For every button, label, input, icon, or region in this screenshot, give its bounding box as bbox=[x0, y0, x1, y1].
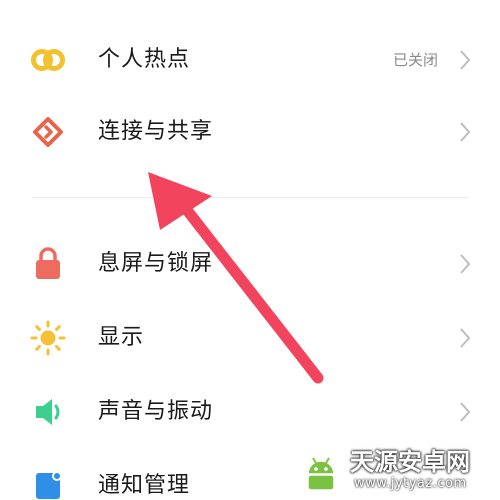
sun-icon bbox=[28, 320, 68, 356]
settings-item-label: 连接与共享 bbox=[98, 119, 214, 144]
settings-item-display[interactable]: 显示 bbox=[0, 308, 500, 368]
settings-item-label: 显示 bbox=[98, 325, 145, 350]
notification-icon bbox=[28, 468, 68, 500]
settings-item-label: 个人热点 bbox=[98, 47, 191, 72]
settings-item-lock-screen[interactable]: 息屏与锁屏 bbox=[0, 234, 500, 294]
chevron-right-icon bbox=[458, 120, 472, 144]
chevron-right-icon bbox=[458, 400, 472, 424]
settings-item-label: 息屏与锁屏 bbox=[98, 251, 214, 276]
watermark: 天源安卓网 www.jytyaz.com bbox=[298, 446, 494, 496]
settings-item-label: 通知管理 bbox=[98, 473, 191, 498]
android-logo-icon bbox=[307, 457, 335, 491]
status-text: 已关闭 bbox=[392, 51, 438, 69]
chevron-right-icon bbox=[458, 326, 472, 350]
chevron-right-icon bbox=[458, 252, 472, 276]
watermark-title: 天源安卓网 bbox=[350, 448, 470, 476]
speaker-icon bbox=[28, 394, 68, 430]
hotspot-icon bbox=[28, 42, 68, 78]
connection-sharing-icon bbox=[28, 114, 68, 150]
watermark-url: www.jytyaz.com bbox=[354, 476, 467, 491]
lock-icon bbox=[28, 246, 68, 282]
settings-item-hotspot[interactable]: 个人热点 已关闭 bbox=[0, 30, 500, 90]
chevron-right-icon bbox=[458, 48, 472, 72]
settings-item-label: 声音与振动 bbox=[98, 399, 214, 424]
section-divider bbox=[32, 197, 468, 198]
settings-item-sound-vibration[interactable]: 声音与振动 bbox=[0, 382, 500, 442]
settings-screen: 个人热点 已关闭 连接与共享 息屏与锁屏 显示 声音与振动 通知管理 天源安卓网… bbox=[0, 0, 500, 500]
settings-item-connection-sharing[interactable]: 连接与共享 bbox=[0, 102, 500, 162]
